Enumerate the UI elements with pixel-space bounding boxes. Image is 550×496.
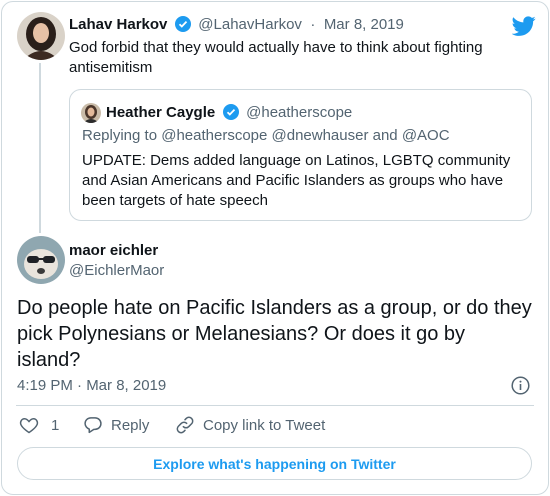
quoted-tweet-text-line-2: and Asian Americans and Pacific Islander…: [82, 172, 504, 189]
info-icon[interactable]: [511, 376, 530, 395]
replying-to-line: Replying to @heatherscope @dnewhauser an…: [82, 127, 450, 144]
avatar-heather-caygle: [81, 103, 101, 123]
main-tweet-text-line-1: Do people hate on Pacific Islanders as a…: [17, 297, 532, 319]
main-author-handle[interactable]: @EichlerMaor: [69, 262, 164, 279]
quoted-tweet-card[interactable]: Heather Caygle @heatherscope Replying to…: [69, 89, 532, 221]
quoted-tweet-header: Heather Caygle @heatherscope: [106, 104, 352, 125]
quoted-tweet-text-line-3: been targets of hate speech: [82, 192, 268, 209]
quoted-author-name: Heather Caygle: [106, 104, 216, 121]
quoted-tweet-text-line-1: UPDATE: Dems added language on Latinos, …: [82, 152, 511, 169]
parent-tweet-text-line-2: antisemitism: [69, 59, 153, 76]
like-button[interactable]: 1: [19, 415, 59, 435]
reply-bubble-icon: [84, 417, 102, 434]
explore-twitter-button[interactable]: Explore what's happening on Twitter: [17, 447, 532, 480]
verified-badge-icon: [174, 16, 191, 37]
parent-tweet-header: Lahav Harkov @LahavHarkov · Mar 8, 2019: [69, 16, 404, 37]
parent-author-name[interactable]: Lahav Harkov: [69, 16, 167, 33]
parent-tweet-text-line-1: God forbid that they would actually have…: [69, 39, 483, 56]
twitter-bird-icon[interactable]: [511, 14, 536, 38]
explore-label: Explore what's happening on Twitter: [153, 455, 396, 472]
parent-author-handle[interactable]: @LahavHarkov: [198, 16, 302, 33]
like-count: 1: [51, 416, 60, 434]
main-author-name[interactable]: maor eichler: [69, 242, 158, 259]
avatar-lahav-harkov[interactable]: [17, 12, 65, 60]
parent-tweet-date[interactable]: Mar 8, 2019: [324, 16, 404, 33]
copy-link-button[interactable]: Copy link to Tweet: [175, 415, 325, 435]
main-tweet-text-line-3: island?: [17, 349, 81, 371]
separator-dot: ·: [310, 16, 316, 33]
reply-label: Reply: [111, 416, 150, 434]
link-icon: [176, 416, 194, 434]
verified-badge-icon: [222, 104, 239, 125]
copy-link-label: Copy link to Tweet: [203, 416, 326, 434]
main-tweet-text-line-2: pick Polynesians or Melanesians? Or does…: [17, 323, 466, 345]
actions-divider: [16, 405, 534, 406]
reply-button[interactable]: Reply: [83, 415, 149, 435]
thread-connector-line: [39, 63, 41, 233]
avatar-maor-eichler[interactable]: [17, 236, 65, 284]
heart-icon: [19, 417, 39, 434]
quoted-author-handle: @heatherscope: [246, 104, 353, 121]
tweet-timestamp[interactable]: 4:19 PM · Mar 8, 2019: [17, 377, 166, 394]
